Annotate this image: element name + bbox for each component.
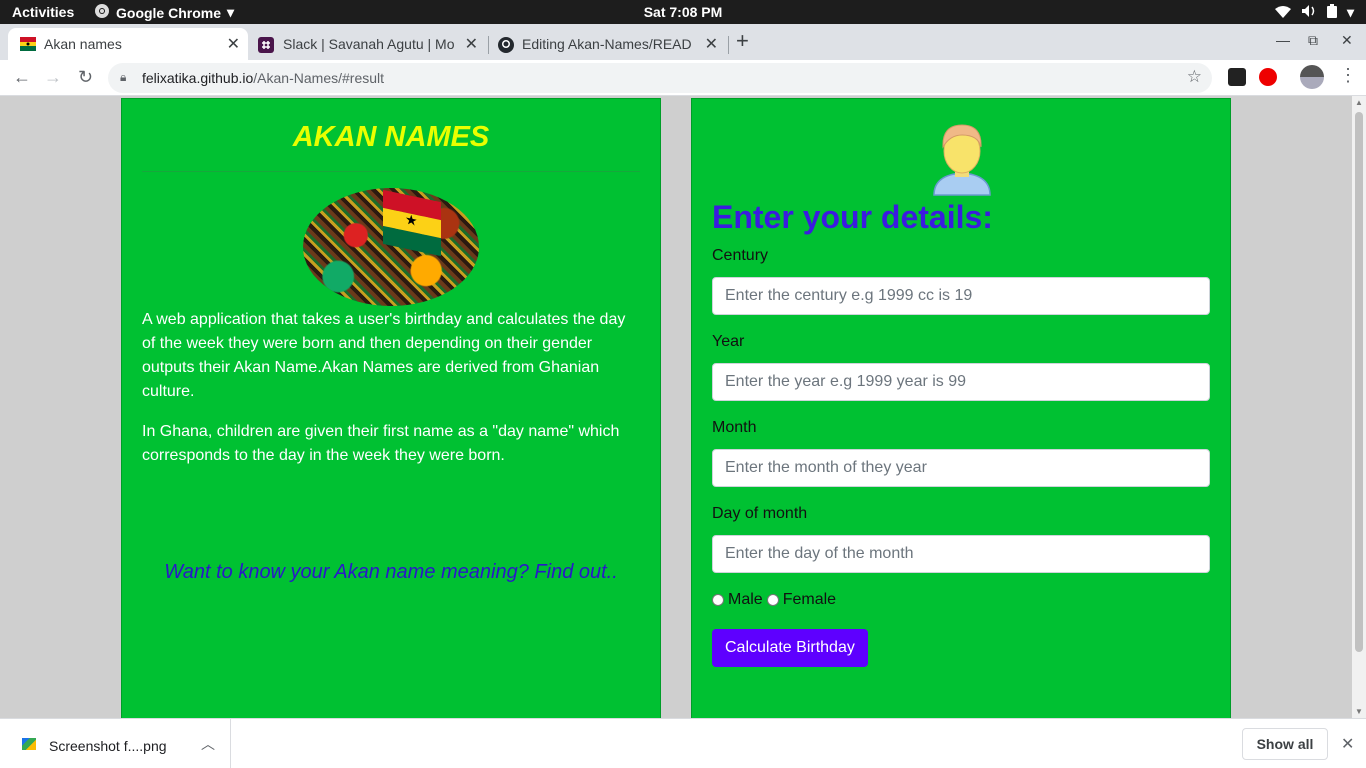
close-tab-icon[interactable]: ✕ [465,34,478,54]
extension-icon[interactable] [1228,68,1246,86]
month-input[interactable] [712,449,1210,487]
intro-panel: AKAN NAMES ★ A web application that take… [121,98,661,718]
male-radio[interactable] [712,594,724,606]
tab-github[interactable]: Editing Akan-Names/READ ✕ [490,28,726,60]
tab-title: Slack | Savanah Agutu | Mo [283,36,455,52]
profile-avatar[interactable] [1300,65,1324,89]
tab-strip: Akan names ✕ Slack | Savanah Agutu | Mo … [0,24,1366,60]
tab-divider [488,36,489,54]
female-radio-label: Female [782,591,837,608]
description-paragraph: In Ghana, children are given their first… [142,423,620,464]
ghana-flag: ★ [383,189,441,257]
download-bar: Screenshot f....png ︿ Show all ✕ [0,718,1366,768]
tab-slack[interactable]: Slack | Savanah Agutu | Mo ✕ [250,28,486,60]
download-item[interactable]: Screenshot f....png ︿ [0,719,231,768]
show-all-button[interactable]: Show all [1242,728,1328,760]
description-paragraph: A web application that takes a user's bi… [142,311,626,400]
slack-icon [258,37,274,53]
system-tray[interactable]: ▾ [1274,4,1354,21]
bookmark-star-icon[interactable]: ☆ [1187,67,1202,87]
wifi-icon [1274,5,1291,21]
year-label: Year [712,333,745,350]
tab-divider [728,36,729,54]
scroll-down-arrow-icon[interactable]: ▼ [1355,707,1363,716]
male-radio-label: Male [728,591,763,608]
menu-dots-icon[interactable]: ⋮ [1339,65,1357,86]
new-tab-button[interactable]: + [736,28,749,54]
gender-radio-group: Male Female [712,591,840,609]
tab-title: Editing Akan-Names/READ [522,36,692,52]
close-tab-icon[interactable]: ✕ [227,34,240,54]
day-label: Day of month [712,505,808,522]
day-input[interactable] [712,535,1210,573]
scrollbar-thumb[interactable] [1355,112,1363,652]
calculate-birthday-button[interactable]: Calculate Birthday [712,629,868,667]
github-icon [498,37,514,53]
browser-toolbar: ← → ↻ 🔒︎ felixatika.github.io/Akan-Names… [0,60,1366,96]
system-top-bar: Activities Google Chrome ▾ Sat 7:08 PM ▾ [0,0,1366,24]
close-download-bar-icon[interactable]: ✕ [1341,734,1354,754]
century-label: Century [712,247,769,264]
url-text: felixatika.github.io/Akan-Names/#result [142,70,384,86]
page-title: AKAN NAMES [292,121,490,153]
tab-title: Akan names [44,36,122,52]
battery-icon [1326,4,1337,21]
minimize-button[interactable]: — [1276,32,1290,48]
forward-button[interactable]: → [44,67,62,88]
opera-extension-icon[interactable] [1259,68,1277,86]
lock-icon[interactable]: 🔒︎ [120,70,126,85]
close-tab-icon[interactable]: ✕ [705,34,718,54]
month-label: Month [712,419,757,436]
scroll-up-arrow-icon[interactable]: ▲ [1355,98,1363,107]
restore-button[interactable]: ⧉ [1308,32,1318,49]
reload-button[interactable]: ↻ [78,67,93,88]
title-divider [142,171,640,172]
page-viewport: AKAN NAMES ★ A web application that take… [0,96,1352,718]
ghana-crowd-image: ★ [303,188,479,306]
ghana-flag-icon [20,37,36,51]
user-avatar-icon [930,119,994,197]
back-button[interactable]: ← [13,67,31,88]
address-bar[interactable]: 🔒︎ felixatika.github.io/Akan-Names/#resu… [108,63,1212,93]
form-panel: Enter your details: Century Year Month D… [691,98,1231,718]
century-input[interactable] [712,277,1210,315]
volume-icon [1301,4,1317,21]
url-path: /Akan-Names/#result [253,70,385,86]
chevron-up-icon[interactable]: ︿ [201,734,215,754]
power-menu-chevron-icon: ▾ [1346,4,1354,20]
tab-akan-names[interactable]: Akan names ✕ [8,28,248,60]
cta-text: Want to know your Akan name meaning? Fin… [164,561,618,583]
close-window-button[interactable]: ✕ [1341,32,1353,49]
year-input[interactable] [712,363,1210,401]
url-host: felixatika.github.io [142,70,254,86]
page-scrollbar[interactable]: ▲ ▼ [1352,96,1366,718]
download-file-name: Screenshot f....png [49,738,167,754]
image-file-icon [22,738,36,750]
female-radio[interactable] [766,594,779,606]
form-heading: Enter your details: [712,199,993,235]
clock[interactable]: Sat 7:08 PM [0,4,1366,20]
